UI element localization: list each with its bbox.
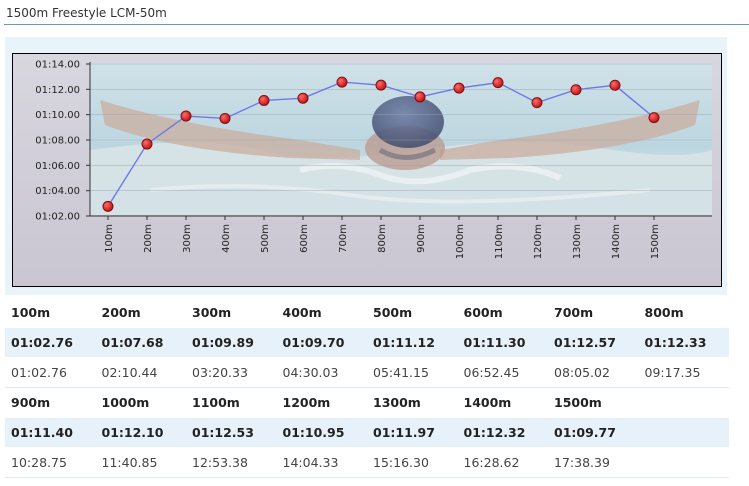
split-times-line-chart: 01:02.00 01:04.00 01:06.00 01:08.00 01:10.00… (35, 60, 712, 259)
distance-cell: 1100m (192, 395, 240, 410)
x-tick-label: 600m (299, 224, 310, 253)
distance-cell: 1300m (373, 395, 421, 410)
distance-cell: 1500m (554, 395, 602, 410)
cumulative-time-row: 10:28.75 11:40.85 12:53.38 14:04.33 15:16.30… (5, 448, 729, 478)
distance-cell: 500m (373, 305, 413, 320)
x-tick-label: 1100m (494, 224, 505, 259)
cumulative-time-cell: 11:40.85 (101, 455, 158, 470)
split-time-cell: 01:11.40 (11, 425, 73, 440)
cumulative-time-cell: 02:10.44 (101, 365, 158, 380)
x-tick-label: 1300m (572, 224, 583, 259)
data-point-700m (336, 76, 348, 88)
cumulative-time-cell: 16:28.62 (463, 455, 520, 470)
y-tick-label: 01:14.00 (35, 60, 80, 71)
data-point-900m (414, 91, 426, 103)
split-time-cell: 01:10.95 (282, 425, 345, 440)
x-tick-label: 500m (260, 224, 271, 253)
split-time-cell: 01:09.70 (282, 335, 345, 350)
data-point-1000m (453, 82, 465, 94)
splits-table: 100m 200m 300m 400m 500m 600m 700m 800m 01:02.76… (5, 298, 729, 478)
cumulative-time-cell: 12:53.38 (192, 455, 248, 470)
distance-cell: 100m (11, 305, 51, 320)
cumulative-time-cell: 15:16.30 (373, 455, 429, 470)
cumulative-time-cell: 05:41.15 (373, 365, 429, 380)
distance-cell: 900m (11, 395, 51, 410)
split-time-cell: 01:09.77 (554, 425, 616, 440)
cumulative-time-cell: 14:04.33 (282, 455, 339, 470)
data-point-300m (180, 110, 192, 122)
x-tick-label: 300m (182, 224, 193, 253)
x-tick-label: 1000m (455, 224, 466, 259)
distance-cell: 200m (101, 305, 141, 320)
cumulative-time-cell: 01:02.76 (11, 365, 67, 380)
data-point-600m (297, 92, 309, 104)
y-tick-label: 01:12.00 (35, 85, 80, 96)
data-point-400m (219, 112, 231, 124)
cumulative-time-cell: 03:20.33 (192, 365, 248, 380)
data-point-500m (258, 94, 270, 106)
y-tick-label: 01:04.00 (35, 186, 80, 197)
cumulative-time-cell: 17:38.39 (554, 455, 610, 470)
distance-row: 900m 1000m 1100m 1200m 1300m 1400m 1500m (5, 388, 729, 418)
x-tick-label: 200m (143, 224, 154, 253)
distance-cell: 1200m (282, 395, 331, 410)
data-point-1400m (609, 79, 621, 91)
data-point-800m (375, 79, 387, 91)
split-time-cell: 01:02.76 (11, 335, 73, 350)
distance-cell: 800m (644, 305, 684, 320)
split-time-cell: 01:12.10 (101, 425, 164, 440)
distance-row: 100m 200m 300m 400m 500m 600m 700m 800m (5, 298, 729, 328)
y-tick-label: 01:08.00 (35, 136, 80, 147)
x-axis-tick-labels: 100m 200m 300m 400m 500m 600m 700m 800m 900m 1000… (104, 224, 661, 259)
x-tick-label: 100m (104, 224, 115, 253)
distance-cell: 400m (282, 305, 322, 320)
x-tick-label: 400m (221, 224, 232, 253)
data-point-1100m (492, 77, 504, 89)
x-tick-label: 900m (416, 224, 427, 253)
x-tick-label: 700m (338, 224, 349, 253)
cumulative-time-cell: 09:17.35 (644, 365, 701, 380)
cumulative-time-cell: 08:05.02 (554, 365, 610, 380)
data-point-200m (141, 138, 153, 150)
distance-cell: 1000m (101, 395, 150, 410)
x-tick-label: 1200m (533, 224, 544, 259)
data-point-1300m (570, 84, 582, 96)
x-tick-label: 800m (377, 224, 388, 253)
y-tick-label: 01:10.00 (35, 110, 80, 121)
distance-cell: 1400m (463, 395, 512, 410)
split-time-cell: 01:12.57 (554, 335, 616, 350)
y-tick-label: 01:06.00 (35, 161, 80, 172)
data-point-1500m (648, 112, 660, 124)
split-time-cell: 01:09.89 (192, 335, 254, 350)
cumulative-time-cell: 10:28.75 (11, 455, 67, 470)
split-time-cell: 01:11.30 (463, 335, 526, 350)
cumulative-time-cell: 06:52.45 (463, 365, 520, 380)
y-axis-tick-labels: 01:02.00 01:04.00 01:06.00 01:08.00 01:10.00… (35, 60, 80, 223)
distance-cell: 300m (192, 305, 232, 320)
x-tick-label: 1500m (650, 224, 661, 259)
split-time-cell: 01:12.32 (463, 425, 526, 440)
split-time-cell: 01:12.53 (192, 425, 254, 440)
y-tick-label: 01:02.00 (35, 212, 80, 223)
data-point-1200m (531, 97, 543, 109)
split-time-cell: 01:07.68 (101, 335, 164, 350)
distance-cell: 700m (554, 305, 594, 320)
split-time-cell: 01:11.12 (373, 335, 435, 350)
split-time-cell: 01:12.33 (644, 335, 707, 350)
split-time-row: 01:02.76 01:07.68 01:09.89 01:09.70 01:11.12… (5, 328, 729, 358)
data-point-100m (102, 200, 114, 212)
cumulative-time-row: 01:02.76 02:10.44 03:20.33 04:30.03 05:41.15… (5, 358, 729, 388)
distance-cell: 600m (463, 305, 503, 320)
x-tick-label: 1400m (611, 224, 622, 259)
split-time-row: 01:11.40 01:12.10 01:12.53 01:10.95 01:11.97… (5, 418, 729, 448)
split-time-cell: 01:11.97 (373, 425, 435, 440)
cumulative-time-cell: 04:30.03 (282, 365, 339, 380)
